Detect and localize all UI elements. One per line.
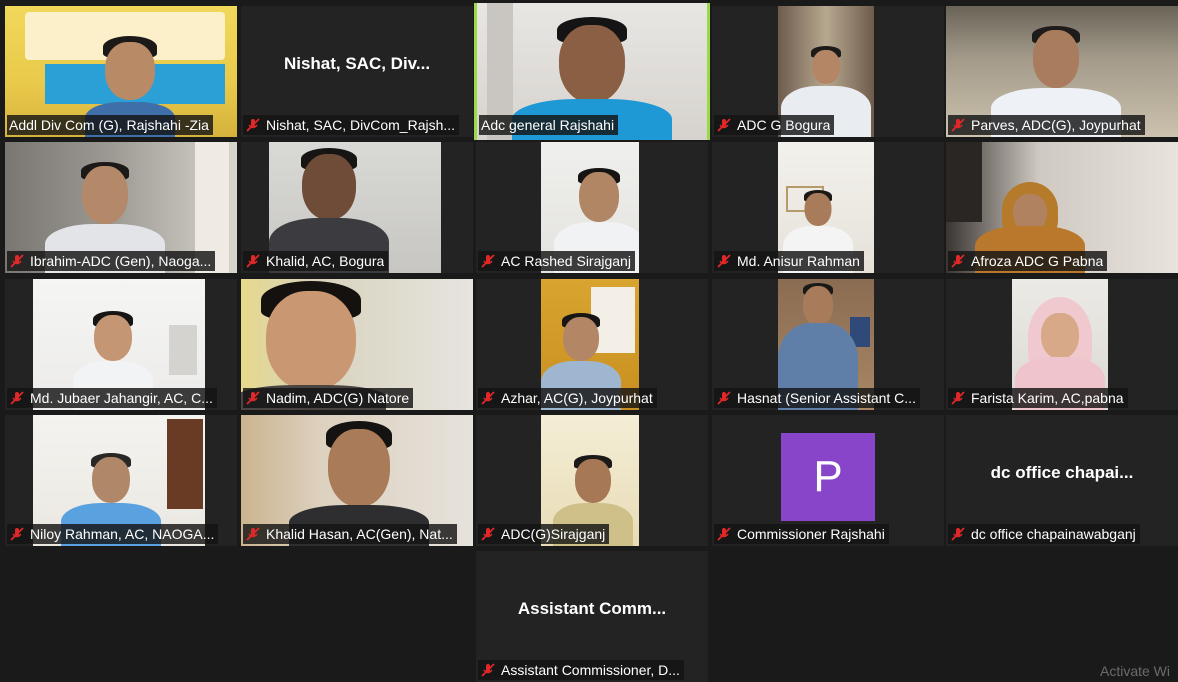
participant-name-label: Adc general Rajshahi	[479, 115, 619, 135]
participant-tile[interactable]: Assistant Comm... Assistant Commissioner…	[476, 551, 708, 682]
participant-name-label: Addl Div Com (G), Rajshahi -Zia	[7, 115, 213, 135]
mic-muted-icon	[717, 118, 731, 132]
participant-name: dc office chapainawabganj	[971, 526, 1136, 542]
mic-muted-icon	[246, 254, 260, 268]
participant-name: Afroza ADC G Pabna	[971, 253, 1104, 269]
participant-name-label: Azhar, AC(G), Joypurhat	[478, 388, 657, 408]
participant-tile[interactable]: Nadim, ADC(G) Natore	[241, 279, 473, 410]
participant-tile[interactable]: ADC G Bogura	[712, 6, 944, 137]
participant-name-label: Khalid Hasan, AC(Gen), Nat...	[243, 524, 457, 544]
participant-name-label: Khalid, AC, Bogura	[243, 251, 389, 271]
participant-name-label: Md. Anisur Rahman	[714, 251, 864, 271]
participant-tile[interactable]: ADC(G)Sirajganj	[476, 415, 708, 546]
mic-muted-icon	[717, 527, 731, 541]
participant-tile[interactable]: Md. Jubaer Jahangir, AC, C...	[5, 279, 237, 410]
mic-muted-icon	[717, 254, 731, 268]
mic-muted-icon	[246, 118, 260, 132]
participant-name: ADC(G)Sirajganj	[501, 526, 606, 542]
participant-tile[interactable]: Azhar, AC(G), Joypurhat	[476, 279, 708, 410]
mic-muted-icon	[717, 391, 731, 405]
participant-name-label: Md. Jubaer Jahangir, AC, C...	[7, 388, 217, 408]
mic-muted-icon	[10, 527, 24, 541]
participant-name-label: Hasnat (Senior Assistant C...	[714, 388, 920, 408]
participant-name-label: Farista Karim, AC,pabna	[948, 388, 1128, 408]
participant-name-label: Niloy Rahman, AC, NAOGA...	[7, 524, 219, 544]
participant-tile[interactable]: Farista Karim, AC,pabna	[946, 279, 1178, 410]
participant-tile-active-speaker[interactable]: Adc general Rajshahi	[474, 3, 710, 140]
mic-muted-icon	[481, 527, 495, 541]
mic-muted-icon	[246, 391, 260, 405]
participant-tile[interactable]: P Commissioner Rajshahi	[712, 415, 944, 546]
participant-display-name: dc office chapai...	[990, 463, 1134, 482]
participant-name-label: Parves, ADC(G), Joypurhat	[948, 115, 1145, 135]
participant-name-label: ADC(G)Sirajganj	[478, 524, 610, 544]
participant-name: Hasnat (Senior Assistant C...	[737, 390, 916, 406]
participant-name-label: dc office chapainawabganj	[948, 524, 1140, 544]
participant-tile[interactable]: AC Rashed Sirajganj	[476, 142, 708, 273]
participant-display-name: Nishat, SAC, Div...	[283, 54, 431, 73]
participant-name-label: ADC G Bogura	[714, 115, 835, 135]
participant-name: Md. Jubaer Jahangir, AC, C...	[30, 390, 213, 406]
participant-name-label: Commissioner Rajshahi	[714, 524, 889, 544]
participant-tile[interactable]: Md. Anisur Rahman	[712, 142, 944, 273]
participant-name-label: Assistant Commissioner, D...	[478, 660, 684, 680]
participant-tile[interactable]: Nishat, SAC, Div... Nishat, SAC, DivCom_…	[241, 6, 473, 137]
participant-tile[interactable]: Khalid, AC, Bogura	[241, 142, 473, 273]
mic-muted-icon	[481, 391, 495, 405]
gallery-grid: Addl Div Com (G), Rajshahi -Zia Nishat, …	[0, 0, 1178, 682]
activation-watermark: Activate Wi	[1099, 663, 1170, 679]
participant-tile[interactable]: Hasnat (Senior Assistant C...	[712, 279, 944, 410]
participant-name: Commissioner Rajshahi	[737, 526, 885, 542]
participant-tile[interactable]: Ibrahim-ADC (Gen), Naoga...	[5, 142, 237, 273]
participant-name: Farista Karim, AC,pabna	[971, 390, 1124, 406]
participant-avatar: P	[781, 433, 875, 521]
participant-name: Assistant Commissioner, D...	[501, 662, 680, 678]
participant-name-label: AC Rashed Sirajganj	[478, 251, 635, 271]
mic-muted-icon	[951, 527, 965, 541]
mic-muted-icon	[481, 663, 495, 677]
participant-name: Nadim, ADC(G) Natore	[266, 390, 410, 406]
participant-name: Nishat, SAC, DivCom_Rajsh...	[266, 117, 456, 133]
participant-name: Ibrahim-ADC (Gen), Naoga...	[30, 253, 212, 269]
participant-name: Addl Div Com (G), Rajshahi -Zia	[9, 117, 209, 133]
participant-name: Niloy Rahman, AC, NAOGA...	[30, 526, 215, 542]
participant-name: AC Rashed Sirajganj	[501, 253, 631, 269]
participant-name: ADC G Bogura	[737, 117, 831, 133]
participant-tile[interactable]: Khalid Hasan, AC(Gen), Nat...	[241, 415, 473, 546]
participant-tile[interactable]: dc office chapai... dc office chapainawa…	[946, 415, 1178, 546]
participant-tile[interactable]: Afroza ADC G Pabna	[946, 142, 1178, 273]
participant-name: Md. Anisur Rahman	[737, 253, 860, 269]
participant-tile[interactable]: Niloy Rahman, AC, NAOGA...	[5, 415, 237, 546]
mic-muted-icon	[246, 527, 260, 541]
participant-name: Khalid, AC, Bogura	[266, 253, 385, 269]
participant-name: Azhar, AC(G), Joypurhat	[501, 390, 653, 406]
mic-muted-icon	[951, 391, 965, 405]
participant-name-label: Nishat, SAC, DivCom_Rajsh...	[243, 115, 460, 135]
participant-name-label: Afroza ADC G Pabna	[948, 251, 1108, 271]
mic-muted-icon	[951, 118, 965, 132]
mic-muted-icon	[10, 391, 24, 405]
mic-muted-icon	[481, 254, 495, 268]
participant-name-label: Ibrahim-ADC (Gen), Naoga...	[7, 251, 216, 271]
participant-name: Parves, ADC(G), Joypurhat	[971, 117, 1141, 133]
participant-tile[interactable]: Addl Div Com (G), Rajshahi -Zia	[5, 6, 237, 137]
mic-muted-icon	[951, 254, 965, 268]
mic-muted-icon	[10, 254, 24, 268]
participant-display-name: Assistant Comm...	[517, 599, 667, 618]
participant-name: Adc general Rajshahi	[481, 117, 615, 133]
participant-tile[interactable]: Parves, ADC(G), Joypurhat	[946, 6, 1178, 137]
participant-name: Khalid Hasan, AC(Gen), Nat...	[266, 526, 453, 542]
participant-name-label: Nadim, ADC(G) Natore	[243, 388, 414, 408]
